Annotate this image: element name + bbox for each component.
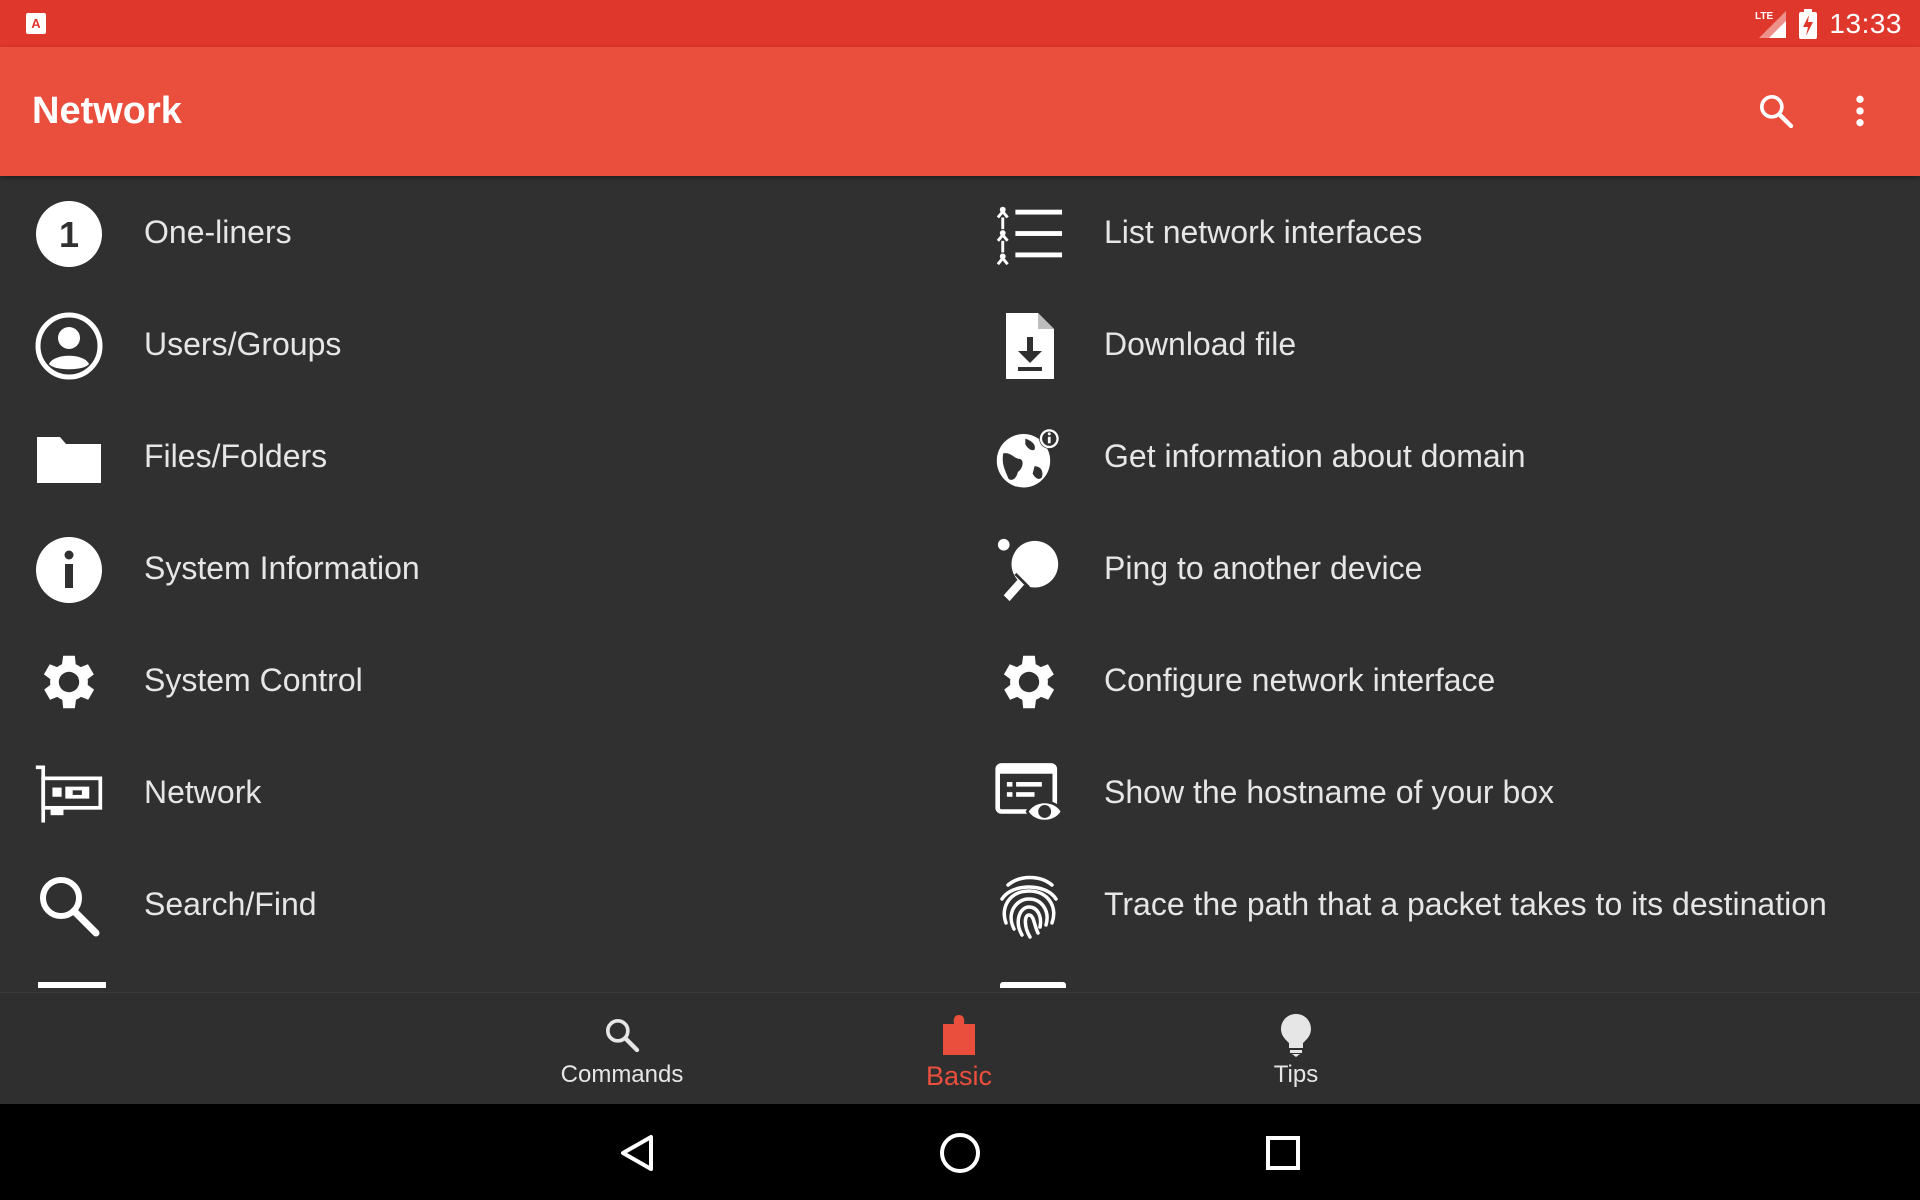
gear-icon xyxy=(994,647,1064,717)
list-item-label: Files/Folders xyxy=(144,438,328,474)
nav-label: Tips xyxy=(1273,1061,1319,1088)
nav-item-tips[interactable]: Tips xyxy=(1176,993,1416,1105)
list-item-label: List network interfaces xyxy=(1104,214,1423,250)
bottom-navigation: Commands Basic Tips xyxy=(0,992,1920,1105)
list-item-system-control[interactable]: System Control xyxy=(0,624,960,736)
list-item-one-liners[interactable]: 1 One-liners xyxy=(0,176,960,288)
page-title: Network xyxy=(32,90,182,132)
lte-label: LTE xyxy=(1755,11,1773,22)
info-icon xyxy=(34,535,104,605)
battery-charging-icon xyxy=(1799,8,1818,39)
status-bar: A LTE 13:33 xyxy=(0,0,1920,47)
command-list: List network interfaces Download file Ge… xyxy=(960,176,1920,992)
network-card-icon xyxy=(34,759,104,829)
nav-label: Basic xyxy=(925,1061,993,1091)
list-item-label: Show the hostname of your box xyxy=(1104,774,1555,810)
folder-icon xyxy=(34,423,104,493)
gear-icon xyxy=(34,647,104,717)
svg-text:1: 1 xyxy=(59,214,79,255)
list-item-list-network-interfaces[interactable]: List network interfaces xyxy=(960,176,1920,288)
lightbulb-icon xyxy=(1274,1013,1318,1057)
list-item-users-groups[interactable]: Users/Groups xyxy=(0,288,960,400)
list-item-label: Ping to another device xyxy=(1104,550,1423,586)
overflow-menu-button[interactable] xyxy=(1834,85,1886,137)
more-vert-icon xyxy=(1856,95,1864,127)
list-item-label: Search/Find xyxy=(144,886,317,922)
nav-label: Commands xyxy=(560,1061,684,1088)
list-item-label: System Control xyxy=(144,662,363,698)
content-area: 1 One-liners Users/Groups Files/Folders … xyxy=(0,176,1920,992)
clock: 13:33 xyxy=(1829,7,1902,39)
search-icon xyxy=(600,1013,644,1057)
recents-button[interactable] xyxy=(1258,1128,1308,1178)
list-item-label: Get information about domain xyxy=(1104,438,1526,474)
file-download-icon xyxy=(994,311,1064,381)
signal-lte-icon: LTE xyxy=(1755,10,1787,38)
back-icon xyxy=(621,1135,653,1171)
list-item-get-domain-info[interactable]: Get information about domain xyxy=(960,400,1920,512)
list-item-partial xyxy=(38,982,106,988)
account-circle-icon xyxy=(34,311,104,381)
list-item-label: Network xyxy=(144,774,262,810)
card-eye-icon xyxy=(994,759,1064,829)
search-icon xyxy=(34,871,104,941)
list-item-partial xyxy=(1000,982,1066,988)
a-letter-icon: A xyxy=(26,13,46,34)
list-item-files-folders[interactable]: Files/Folders xyxy=(0,400,960,512)
list-item-label: System Information xyxy=(144,550,420,586)
ping-pong-icon xyxy=(994,535,1064,605)
number-one-icon: 1 xyxy=(34,199,104,269)
globe-info-icon xyxy=(994,423,1064,493)
search-icon xyxy=(1760,95,1794,129)
nav-item-basic[interactable]: Basic xyxy=(839,993,1079,1105)
home-icon xyxy=(940,1133,980,1173)
category-list: 1 One-liners Users/Groups Files/Folders … xyxy=(0,176,960,992)
home-button[interactable] xyxy=(935,1128,985,1178)
search-button[interactable] xyxy=(1750,85,1802,137)
list-item-download-file[interactable]: Download file xyxy=(960,288,1920,400)
list-item-label: Configure network interface xyxy=(1104,662,1496,698)
puzzle-icon xyxy=(937,1013,981,1057)
fingerprint-icon xyxy=(994,871,1064,941)
list-item-show-hostname[interactable]: Show the hostname of your box xyxy=(960,736,1920,848)
list-item-label: Trace the path that a packet takes to it… xyxy=(1104,886,1827,922)
list-item-label: One-liners xyxy=(144,214,292,250)
list-item-ping[interactable]: Ping to another device xyxy=(960,512,1920,624)
app-bar: Network xyxy=(0,47,1920,176)
tree-list-icon xyxy=(994,199,1064,269)
nav-item-commands[interactable]: Commands xyxy=(502,993,742,1105)
list-item-configure-interface[interactable]: Configure network interface xyxy=(960,624,1920,736)
list-item-trace-path[interactable]: Trace the path that a packet takes to it… xyxy=(960,848,1920,960)
back-button[interactable] xyxy=(612,1128,662,1178)
list-item-system-information[interactable]: System Information xyxy=(0,512,960,624)
list-item-label: Users/Groups xyxy=(144,326,342,362)
svg-text:A: A xyxy=(31,16,41,31)
list-item-label: Download file xyxy=(1104,326,1297,362)
recents-icon xyxy=(1266,1136,1300,1170)
system-navigation-bar xyxy=(0,1104,1920,1200)
list-item-network[interactable]: Network xyxy=(0,736,960,848)
list-item-search-find[interactable]: Search/Find xyxy=(0,848,960,960)
